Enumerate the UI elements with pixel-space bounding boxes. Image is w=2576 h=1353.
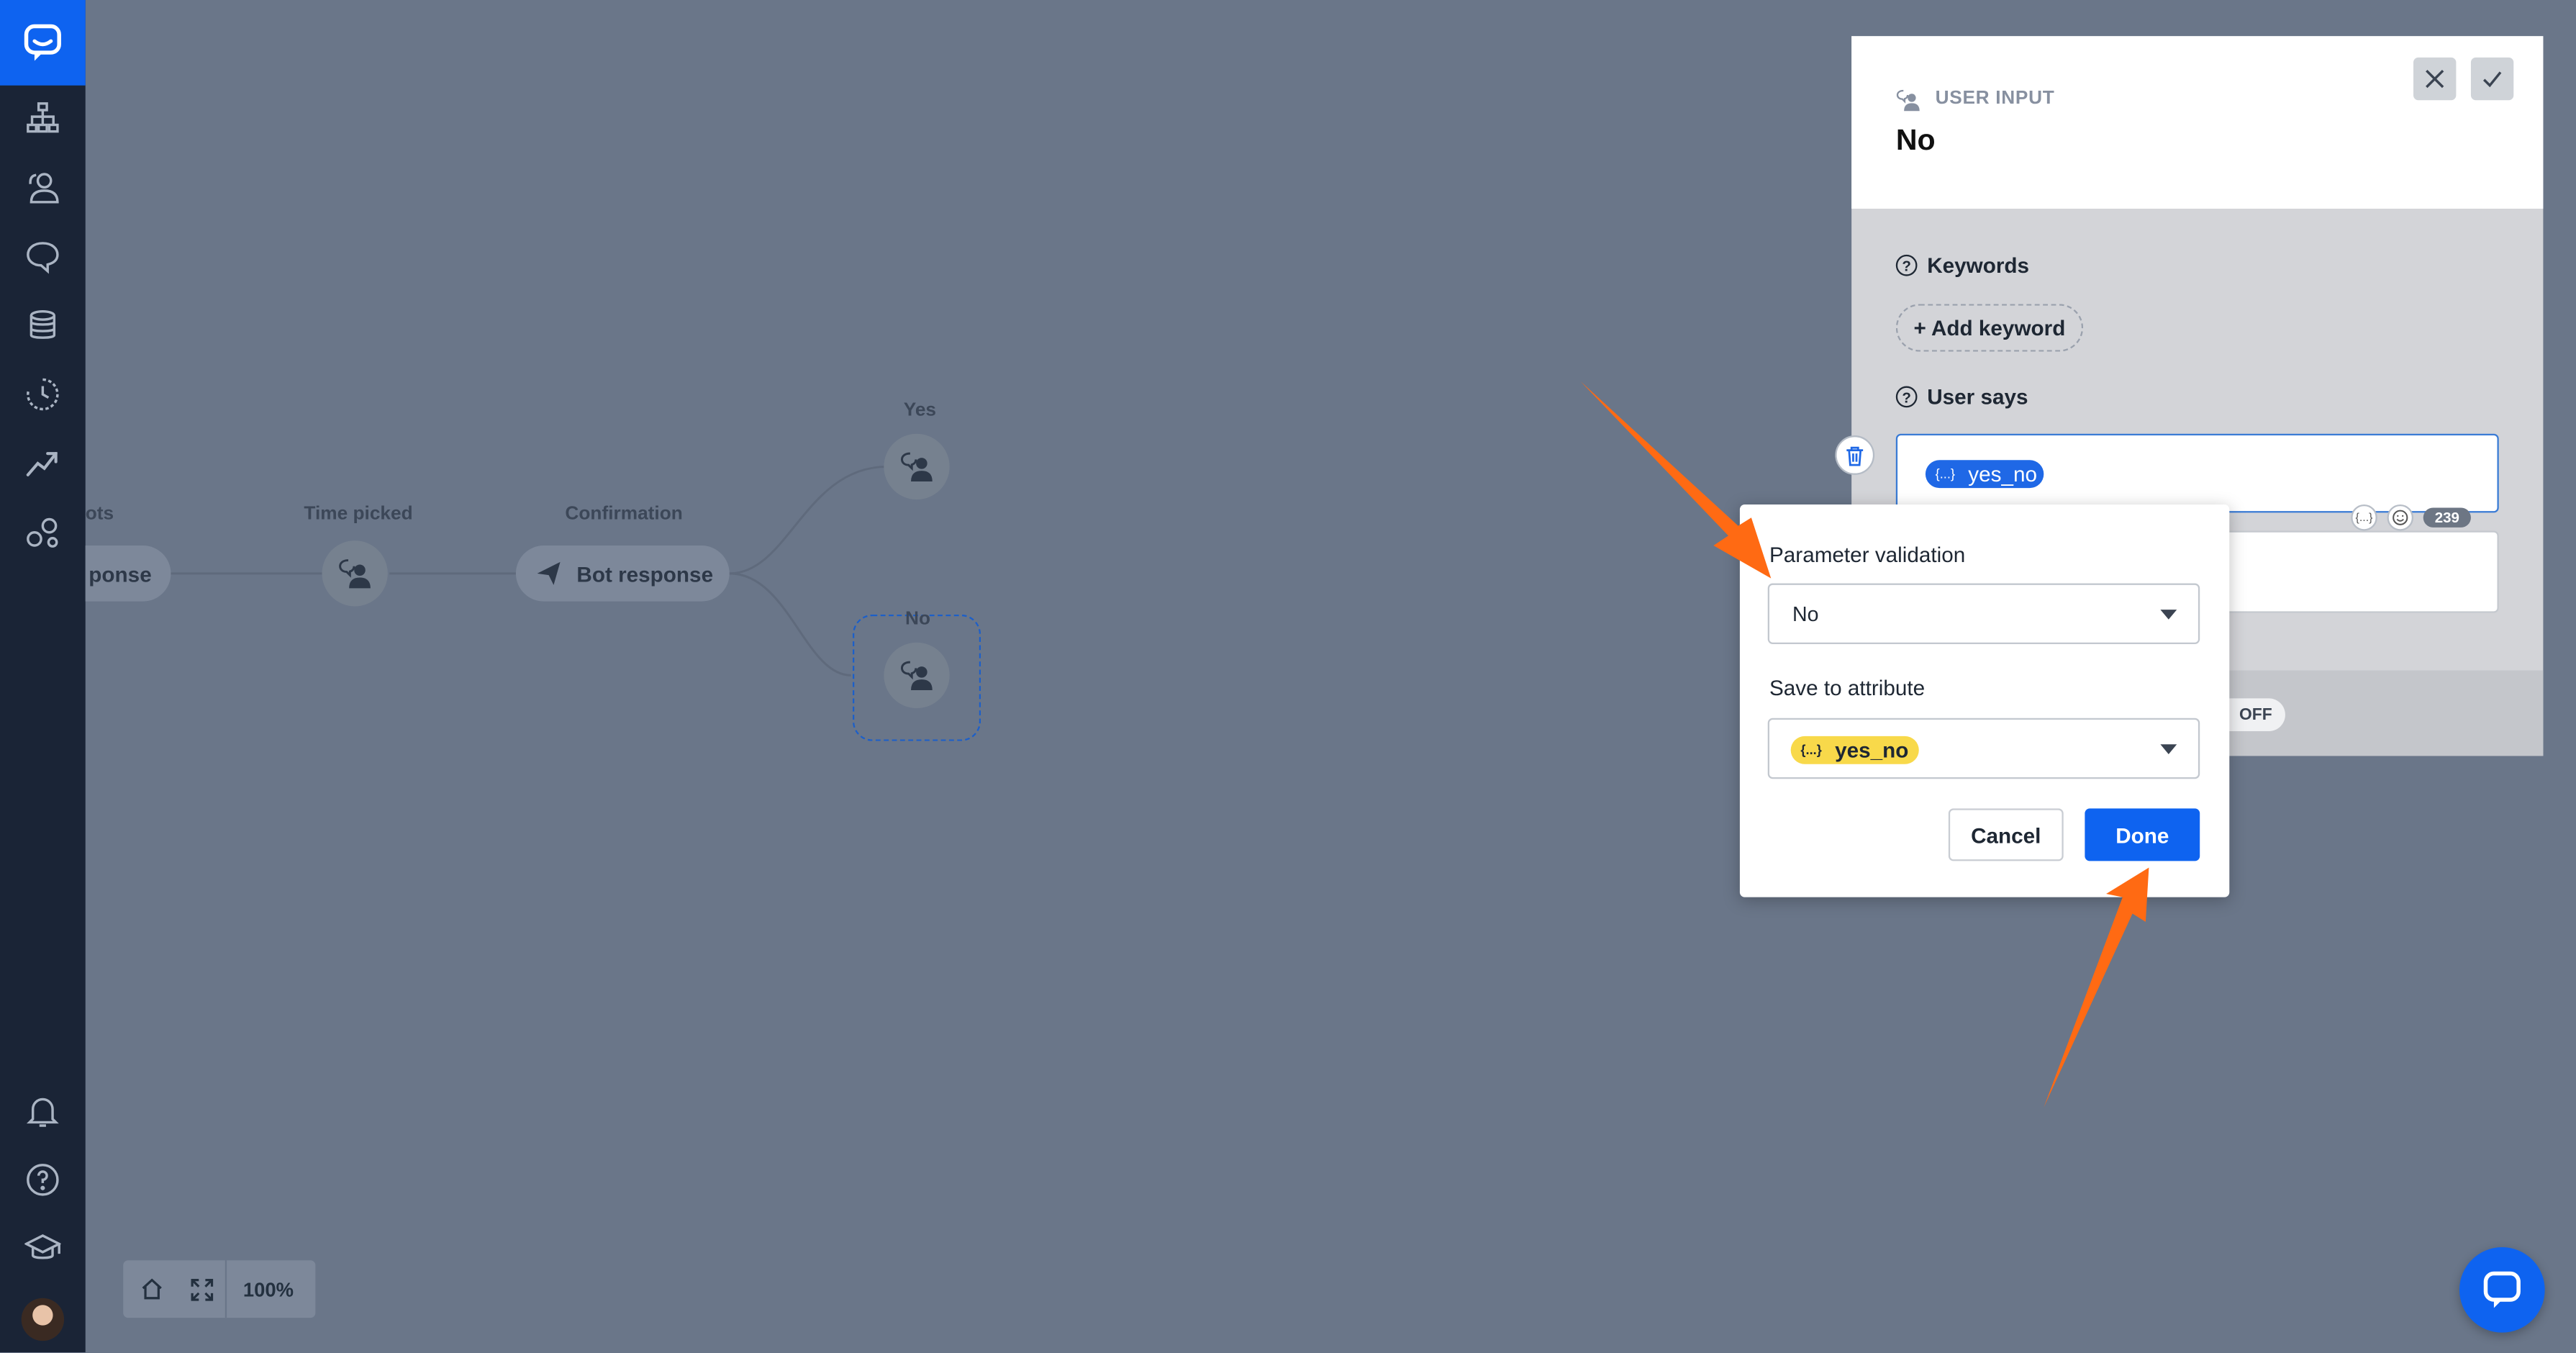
- delete-phrase-button[interactable]: [1835, 435, 1875, 475]
- stories-icon[interactable]: [23, 99, 63, 138]
- done-button[interactable]: Done: [2085, 808, 2200, 861]
- caret-down-icon: [2160, 610, 2177, 620]
- user-input-icon: [900, 661, 933, 690]
- panel-header: USER INPUT No: [1851, 36, 2544, 209]
- integrations-icon[interactable]: [23, 512, 63, 552]
- history-icon[interactable]: [23, 375, 63, 415]
- help-icon[interactable]: ?: [1895, 254, 1918, 276]
- expand-icon: [191, 1277, 214, 1300]
- bot-response-label: Bot response: [576, 561, 714, 586]
- fit-screen-button[interactable]: [179, 1260, 225, 1318]
- send-icon: [537, 561, 561, 585]
- attribute-chip[interactable]: {...} yes_no: [1925, 460, 2044, 489]
- insert-attribute-button[interactable]: {...}: [2351, 504, 2377, 531]
- user-input-icon: [1896, 89, 1920, 112]
- user-input-icon: [900, 452, 933, 481]
- academy-icon[interactable]: [23, 1229, 63, 1269]
- home-icon: [141, 1278, 161, 1300]
- partial-bot-response-node[interactable]: ponse: [85, 546, 171, 602]
- node-label-no: No: [905, 610, 931, 630]
- parameter-validation-value: No: [1792, 602, 1819, 626]
- users-icon[interactable]: [23, 168, 63, 207]
- brace-icon: {...}: [1935, 466, 1956, 481]
- chat-icon: [2483, 1271, 2521, 1308]
- home-button[interactable]: [123, 1260, 179, 1318]
- attribute-chip-label: yes_no: [1835, 738, 1909, 763]
- chats-icon[interactable]: [23, 237, 63, 276]
- emoji-icon: [2393, 510, 2408, 525]
- parameter-validation-label: Parameter validation: [1769, 542, 1966, 567]
- sidebar: [0, 0, 86, 1353]
- save-to-attribute-select[interactable]: {...} yes_no: [1767, 718, 2200, 779]
- notifications-icon[interactable]: [23, 1091, 63, 1131]
- keywords-label: Keywords: [1927, 253, 2030, 278]
- user-says-section-label: ? User says: [1895, 384, 2028, 409]
- brace-icon: {...}: [1800, 743, 1822, 758]
- no-node[interactable]: [884, 642, 950, 709]
- analytics-icon[interactable]: [23, 443, 63, 483]
- user-avatar[interactable]: [21, 1298, 65, 1341]
- help-icon[interactable]: [23, 1160, 63, 1200]
- arrow-to-done-button: [2044, 867, 2149, 1108]
- yes-node[interactable]: [884, 433, 950, 500]
- user-says-input[interactable]: {...} yes_no: [1895, 433, 2499, 513]
- cancel-button[interactable]: Cancel: [1948, 808, 2064, 861]
- emoji-button[interactable]: [2387, 504, 2414, 531]
- confirm-panel-button[interactable]: [2470, 57, 2514, 101]
- node-label-confirmation: Confirmation: [565, 504, 683, 525]
- character-counter: 239: [2423, 507, 2472, 528]
- user-says-label: User says: [1927, 384, 2028, 409]
- help-icon[interactable]: ?: [1895, 386, 1918, 408]
- chatbot-logo[interactable]: [0, 0, 86, 86]
- trash-icon: [1846, 445, 1864, 466]
- node-label-time-picked: Time picked: [304, 504, 413, 525]
- attribute-chip: {...} yes_no: [1790, 736, 1919, 764]
- chat-widget-button[interactable]: [2459, 1246, 2545, 1333]
- close-icon: [2426, 69, 2444, 89]
- time-picked-node[interactable]: [322, 540, 388, 607]
- caret-down-icon: [2160, 744, 2177, 754]
- partial-pill-label: ponse: [89, 561, 152, 586]
- chat-logo-icon: [24, 24, 61, 61]
- node-label-partial: ots: [85, 504, 114, 525]
- keywords-section-label: ? Keywords: [1895, 253, 2030, 278]
- parameter-validation-select[interactable]: No: [1767, 583, 2200, 645]
- user-says-tools: {...} 239: [2351, 504, 2472, 531]
- parameter-popup: Parameter validation No Save to attribut…: [1739, 504, 2230, 897]
- zoom-level[interactable]: 100%: [225, 1260, 310, 1318]
- panel-title: No: [1895, 123, 1936, 156]
- check-icon: [2482, 71, 2502, 88]
- confirmation-bot-response-node[interactable]: Bot response: [515, 546, 730, 602]
- save-to-attribute-label: Save to attribute: [1769, 675, 1926, 700]
- database-icon[interactable]: [23, 306, 63, 345]
- canvas-zoom-bar: 100%: [123, 1260, 316, 1318]
- close-panel-button[interactable]: [2413, 57, 2457, 101]
- user-input-icon: [339, 559, 371, 589]
- node-label-yes: Yes: [903, 401, 937, 421]
- panel-kind: USER INPUT: [1935, 89, 2055, 109]
- attribute-chip-label: yes_no: [1968, 461, 2038, 487]
- add-keyword-button[interactable]: + Add keyword: [1895, 304, 2084, 352]
